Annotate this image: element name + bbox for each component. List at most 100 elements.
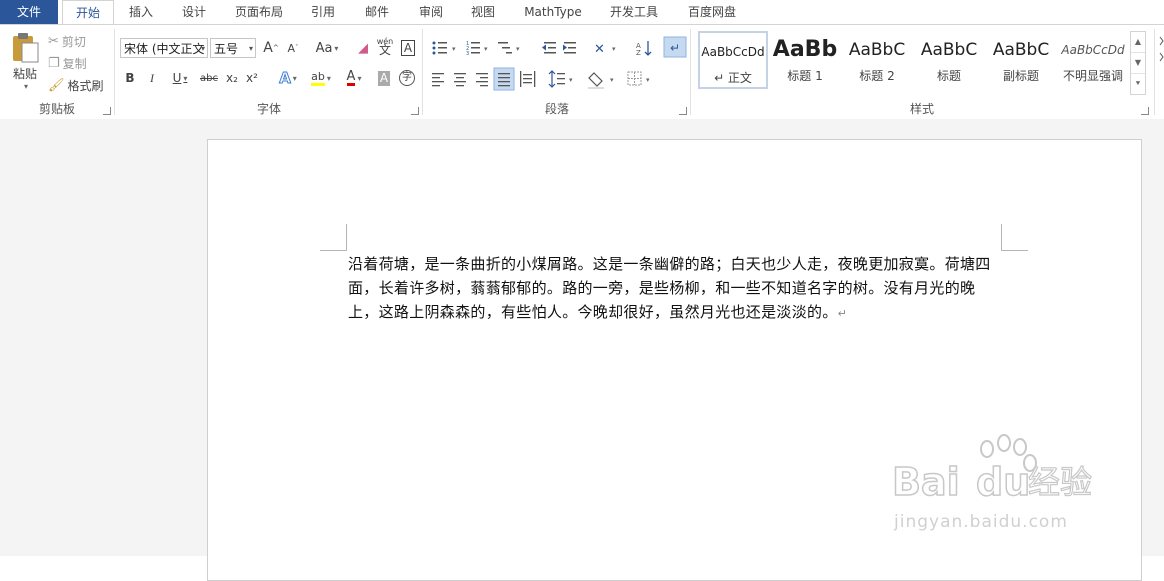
paragraph-launcher-icon[interactable] bbox=[679, 107, 687, 115]
phonetic-char: 文 bbox=[378, 43, 391, 57]
shading-bucket-icon[interactable]: ▾ bbox=[588, 72, 614, 89]
style-subtle-emphasis[interactable]: AaBbCcDd 不明显强调 bbox=[1058, 31, 1128, 89]
svg-text:▾: ▾ bbox=[646, 76, 650, 84]
font-color-icon: A bbox=[346, 69, 356, 86]
divider bbox=[1154, 29, 1155, 115]
style-name: 副标题 bbox=[1002, 69, 1039, 83]
enclose-char-icon: 字 bbox=[399, 70, 415, 86]
style-name: 标题 2 bbox=[859, 69, 895, 83]
paste-dropdown-icon[interactable]: ▾ bbox=[24, 82, 28, 91]
tab-file[interactable]: 文件 bbox=[0, 0, 58, 24]
tab-mathtype[interactable]: MathType bbox=[514, 0, 592, 24]
tab-layout[interactable]: 页面布局 bbox=[226, 0, 292, 24]
style-title[interactable]: AaBbC 标题 bbox=[914, 31, 984, 89]
font-color-button[interactable]: A ▾ bbox=[340, 68, 368, 88]
paintbrush-icon: 🖌 bbox=[48, 77, 65, 93]
change-case-button[interactable]: Aa ▾ bbox=[312, 38, 342, 58]
distributed-icon[interactable] bbox=[520, 71, 536, 87]
more-styles-icon[interactable]: ⯆ bbox=[1131, 74, 1145, 94]
style-name: ↵ 正文 bbox=[714, 71, 752, 85]
char-shading-button[interactable]: A bbox=[376, 68, 392, 88]
document-paragraph[interactable]: 沿着荷塘，是一条曲折的小煤屑路。这是一条幽僻的路；白天也少人走，夜晚更加寂寞。荷… bbox=[348, 252, 1003, 326]
grow-font-button[interactable]: A ^ bbox=[262, 38, 280, 58]
styles-group-label: 样式 bbox=[909, 102, 934, 116]
bold-button[interactable]: B bbox=[122, 68, 138, 88]
align-right-icon[interactable] bbox=[476, 73, 488, 87]
style-heading-1[interactable]: AaBb 标题 1 bbox=[770, 31, 840, 89]
tab-baidu-netdisk[interactable]: 百度网盘 bbox=[678, 0, 746, 24]
tab-mailings[interactable]: 邮件 bbox=[354, 0, 400, 24]
divider bbox=[114, 29, 115, 115]
increase-indent-icon[interactable] bbox=[563, 42, 576, 54]
text-effects-button[interactable]: A ▾ bbox=[274, 68, 302, 88]
scroll-up-icon[interactable]: ▲ bbox=[1131, 32, 1145, 53]
tab-references[interactable]: 引用 bbox=[300, 0, 346, 24]
svg-text:▾: ▾ bbox=[610, 76, 614, 84]
clipboard-group-label: 剪贴板 bbox=[38, 102, 75, 116]
styles-launcher-icon[interactable] bbox=[1141, 107, 1149, 115]
chevron-down-icon: ▾ bbox=[334, 43, 339, 53]
clipboard-launcher-icon[interactable] bbox=[103, 107, 111, 115]
align-center-icon[interactable] bbox=[454, 73, 466, 87]
format-painter-button[interactable]: 🖌 格式刷 bbox=[48, 75, 104, 95]
editing-partial-icon[interactable] bbox=[1158, 33, 1164, 63]
chinese-layout-icon[interactable]: ✕ ▾ bbox=[594, 42, 616, 57]
show-marks-icon[interactable]: ↵ bbox=[663, 36, 687, 58]
italic-button[interactable]: I bbox=[144, 68, 160, 88]
clipboard-icon bbox=[13, 33, 39, 63]
align-left-icon[interactable] bbox=[432, 73, 444, 87]
subscript-button[interactable]: x₂ bbox=[224, 68, 240, 88]
superscript-button[interactable]: x² bbox=[244, 68, 260, 88]
copy-button[interactable]: ❐ 复制 bbox=[48, 53, 87, 73]
styles-scroll: ▲ ▼ ⯆ bbox=[1130, 31, 1146, 95]
font-name-combo[interactable]: 宋体 (中文正文 ▾ bbox=[120, 38, 208, 58]
paste-label: 粘贴 bbox=[12, 67, 37, 81]
bold-icon: B bbox=[125, 71, 135, 85]
copy-label: 复制 bbox=[62, 56, 87, 71]
cut-button[interactable]: ✂ 剪切 bbox=[48, 31, 86, 51]
ribbon-tab-bar: 文件 开始 插入 设计 页面布局 引用 邮件 审阅 视图 MathType 开发… bbox=[0, 0, 1164, 25]
numbering-icon[interactable]: 1 2 3 ▾ bbox=[466, 41, 488, 57]
bullets-icon[interactable]: ▾ bbox=[432, 41, 457, 55]
superscript-icon: x² bbox=[246, 71, 258, 85]
style-heading-2[interactable]: AaBbC 标题 2 bbox=[842, 31, 912, 89]
justify-icon[interactable] bbox=[493, 67, 515, 91]
svg-text:▾: ▾ bbox=[569, 76, 573, 84]
char-border-button[interactable]: A bbox=[399, 38, 417, 58]
tab-insert[interactable]: 插入 bbox=[118, 0, 164, 24]
tab-review[interactable]: 审阅 bbox=[408, 0, 454, 24]
highlight-button[interactable]: ab ▾ bbox=[306, 68, 336, 88]
scroll-down-icon[interactable]: ▼ bbox=[1131, 53, 1145, 74]
underline-button[interactable]: U ▾ bbox=[166, 68, 194, 88]
tab-design[interactable]: 设计 bbox=[172, 0, 216, 24]
chevron-down-icon: ▾ bbox=[357, 73, 362, 83]
tab-developer[interactable]: 开发工具 bbox=[600, 0, 668, 24]
line-spacing-icon[interactable]: ▾ bbox=[548, 70, 573, 88]
shrink-font-icon: A bbox=[287, 41, 296, 55]
svg-text:▾: ▾ bbox=[452, 45, 456, 53]
enclose-char-button[interactable]: 字 bbox=[398, 68, 416, 88]
decrease-indent-icon[interactable] bbox=[542, 42, 556, 54]
phonetic-guide-button[interactable]: wén 文 bbox=[376, 36, 394, 56]
chevron-down-icon: ▾ bbox=[200, 44, 205, 53]
font-size-combo[interactable]: 五号 ▾ bbox=[210, 38, 256, 58]
divider bbox=[422, 29, 423, 115]
paste-button[interactable]: 粘贴 ▾ bbox=[6, 29, 44, 93]
tab-view[interactable]: 视图 bbox=[460, 0, 506, 24]
watermark-brand: Bai bbox=[892, 460, 960, 504]
strikethrough-button[interactable]: abc bbox=[198, 68, 220, 88]
font-launcher-icon[interactable] bbox=[411, 107, 419, 115]
format-painter-label: 格式刷 bbox=[67, 78, 104, 93]
font-group: 宋体 (中文正文 ▾ 五号 ▾ A ^ Aˇ Aa ▾ ◢ wén 文 A B I U… bbox=[116, 25, 422, 119]
sort-icon[interactable]: AZ bbox=[636, 41, 652, 57]
style-subtitle[interactable]: AaBbC 副标题 bbox=[986, 31, 1056, 89]
style-normal[interactable]: AaBbCcDd ↵ 正文 bbox=[698, 31, 768, 89]
shrink-font-button[interactable]: Aˇ bbox=[284, 38, 302, 58]
borders-icon[interactable]: ▾ bbox=[627, 71, 650, 86]
multilevel-list-icon[interactable]: ▾ bbox=[498, 42, 520, 54]
clear-format-button[interactable]: ◢ bbox=[354, 38, 372, 58]
tab-home[interactable]: 开始 bbox=[62, 0, 114, 25]
font-name-value: 宋体 (中文正文 bbox=[124, 42, 205, 56]
paragraph-mark: ↵ bbox=[837, 307, 848, 320]
style-name: 标题 bbox=[936, 69, 961, 83]
